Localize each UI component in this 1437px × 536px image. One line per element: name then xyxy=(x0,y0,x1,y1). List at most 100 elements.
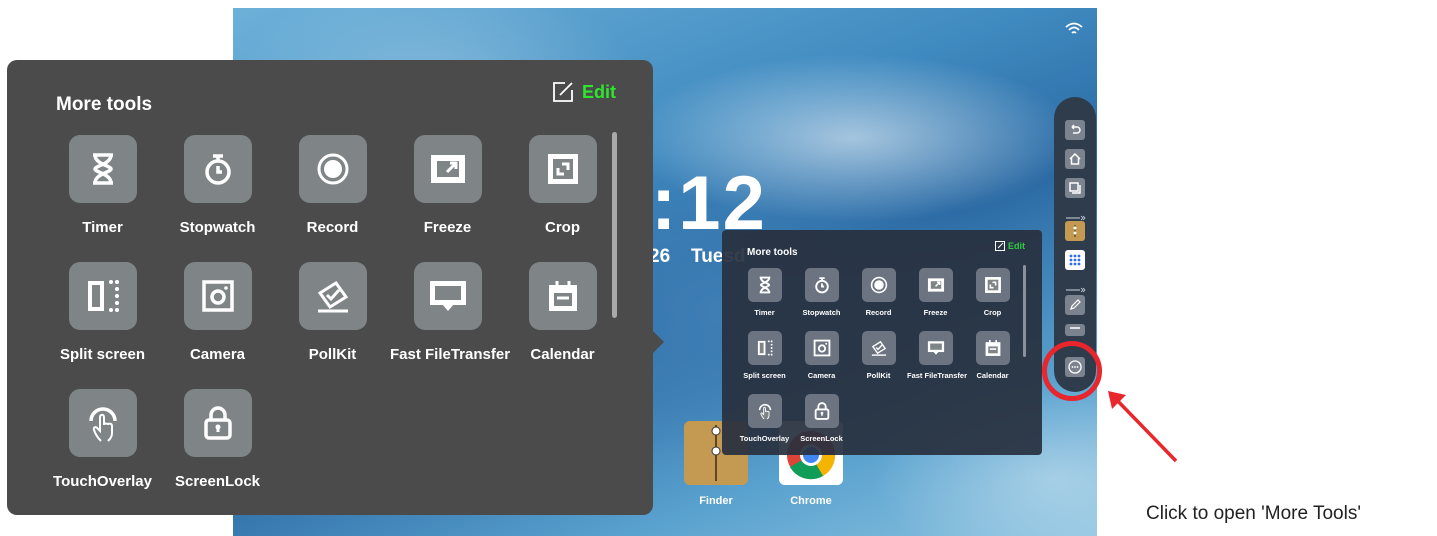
tool-freeze[interactable]: Freeze xyxy=(390,135,505,262)
caption-text: Click to open 'More Tools' xyxy=(1146,503,1361,524)
edit-button[interactable]: Edit xyxy=(552,81,616,103)
mini-more-tools-panel: More tools Edit Timer Stopwatch Record Free… xyxy=(722,230,1042,455)
chrome-label: Chrome xyxy=(790,495,832,507)
panel-pointer xyxy=(650,328,664,356)
pollkit-icon xyxy=(298,262,367,330)
mini-tool-stopwatch[interactable]: Stopwatch xyxy=(793,268,850,317)
mini-tool-label: Timer xyxy=(754,308,775,317)
dock-divider-2 xyxy=(1066,280,1086,293)
more-tools-panel: More tools Edit Timer Stopwatch Record Free… xyxy=(7,60,653,515)
edit-label: Edit xyxy=(582,81,616,102)
tool-record[interactable]: Record xyxy=(275,135,390,262)
crop-icon xyxy=(528,135,597,203)
mini-edit-label: Edit xyxy=(1008,241,1025,251)
windows-icon[interactable] xyxy=(1065,178,1085,198)
mini-tool-split-screen[interactable]: Split screen xyxy=(736,331,793,380)
calendar-icon xyxy=(975,331,1010,365)
panel-title: More tools xyxy=(56,94,153,115)
apps-grid-icon[interactable] xyxy=(1065,250,1085,270)
tool-screenlock[interactable]: ScreenLock xyxy=(160,389,275,516)
tool-label: Timer xyxy=(82,219,123,236)
record-icon xyxy=(861,268,896,302)
tool-split-screen[interactable]: Split screen xyxy=(45,262,160,389)
mini-panel-title: More tools xyxy=(747,247,798,258)
hourglass-icon xyxy=(747,268,782,302)
freeze-icon xyxy=(918,268,953,302)
freeze-icon xyxy=(413,135,482,203)
mini-tool-freeze[interactable]: Freeze xyxy=(907,268,964,317)
mini-tool-record[interactable]: Record xyxy=(850,268,907,317)
tools-grid: Timer Stopwatch Record Freeze Crop Split scre… xyxy=(45,135,620,516)
mini-tool-label: Freeze xyxy=(923,308,948,317)
tool-fast-filetransfer[interactable]: Fast FileTransfer xyxy=(390,262,511,389)
hourglass-icon xyxy=(68,135,137,203)
tool-stopwatch[interactable]: Stopwatch xyxy=(160,135,275,262)
split-screen-icon xyxy=(747,331,782,365)
touch-icon xyxy=(68,389,137,457)
tool-label: Camera xyxy=(189,346,246,363)
edit-icon xyxy=(553,82,573,102)
tool-label: Crop xyxy=(545,219,580,236)
mini-tool-label: Calendar xyxy=(976,371,1009,380)
tool-label: Calendar xyxy=(530,346,595,363)
tool-camera[interactable]: Camera xyxy=(160,262,275,389)
mini-tool-camera[interactable]: Camera xyxy=(793,331,850,380)
stopwatch-icon xyxy=(804,268,839,302)
mini-tool-calendar[interactable]: Calendar xyxy=(964,331,1021,380)
back-icon[interactable] xyxy=(1065,120,1085,140)
mini-tools-grid: Timer Stopwatch Record Freeze Crop Split scre… xyxy=(736,268,1026,443)
tool-label: Fast FileTransfer xyxy=(390,346,511,363)
tool-label: PollKit xyxy=(308,346,357,363)
finder-label: Finder xyxy=(699,495,733,507)
tool-crop[interactable]: Crop xyxy=(505,135,620,262)
mini-tool-crop[interactable]: Crop xyxy=(964,268,1021,317)
camera-icon xyxy=(804,331,839,365)
touch-icon xyxy=(747,394,782,428)
mini-edit-icon xyxy=(995,241,1005,251)
camera-icon xyxy=(183,262,252,330)
stopwatch-icon xyxy=(183,135,252,203)
highlight-circle xyxy=(1042,341,1102,401)
tool-label: Split screen xyxy=(59,346,146,363)
calendar-icon xyxy=(528,262,597,330)
wifi-icon xyxy=(1065,22,1083,34)
file-transfer-icon xyxy=(918,331,953,365)
mini-tool-label: TouchOverlay xyxy=(739,434,790,443)
pen-icon[interactable] xyxy=(1065,295,1085,315)
tool-label: ScreenLock xyxy=(174,473,261,490)
mini-tool-label: Split screen xyxy=(743,371,786,380)
tool-calendar[interactable]: Calendar xyxy=(505,262,620,389)
lock-icon xyxy=(804,394,839,428)
mini-tool-touchoverlay[interactable]: TouchOverlay xyxy=(736,394,793,443)
mini-tool-label: Fast FileTransfer xyxy=(907,371,968,380)
mini-tool-label: Stopwatch xyxy=(802,308,841,317)
settings-icon[interactable] xyxy=(1065,324,1085,336)
tool-label: Record xyxy=(306,219,359,236)
home-icon[interactable] xyxy=(1065,149,1085,169)
mini-tool-pollkit[interactable]: PollKit xyxy=(850,331,907,380)
file-transfer-icon xyxy=(413,262,482,330)
tool-label: TouchOverlay xyxy=(53,473,152,490)
mini-tool-timer[interactable]: Timer xyxy=(736,268,793,317)
record-icon xyxy=(298,135,367,203)
mini-tool-label: Camera xyxy=(807,371,836,380)
red-arrow-icon xyxy=(1108,391,1178,463)
mini-tool-label: Crop xyxy=(983,308,1002,317)
crop-icon xyxy=(975,268,1010,302)
mini-tool-label: PollKit xyxy=(866,371,891,380)
split-screen-icon xyxy=(68,262,137,330)
tool-timer[interactable]: Timer xyxy=(45,135,160,262)
mini-tool-fast-filetransfer[interactable]: Fast FileTransfer xyxy=(907,331,968,380)
tool-label: Freeze xyxy=(423,219,472,236)
finder-icon[interactable] xyxy=(1065,221,1085,241)
tool-label: Stopwatch xyxy=(179,219,256,236)
pollkit-icon xyxy=(861,331,896,365)
lock-icon xyxy=(183,389,252,457)
mini-tool-screenlock[interactable]: ScreenLock xyxy=(793,394,850,443)
mini-edit-button[interactable]: Edit xyxy=(995,241,1025,251)
tool-pollkit[interactable]: PollKit xyxy=(275,262,390,389)
dock-divider xyxy=(1066,208,1086,221)
mini-tool-label: ScreenLock xyxy=(800,434,843,443)
tool-touchoverlay[interactable]: TouchOverlay xyxy=(45,389,160,516)
mini-tool-label: Record xyxy=(865,308,892,317)
